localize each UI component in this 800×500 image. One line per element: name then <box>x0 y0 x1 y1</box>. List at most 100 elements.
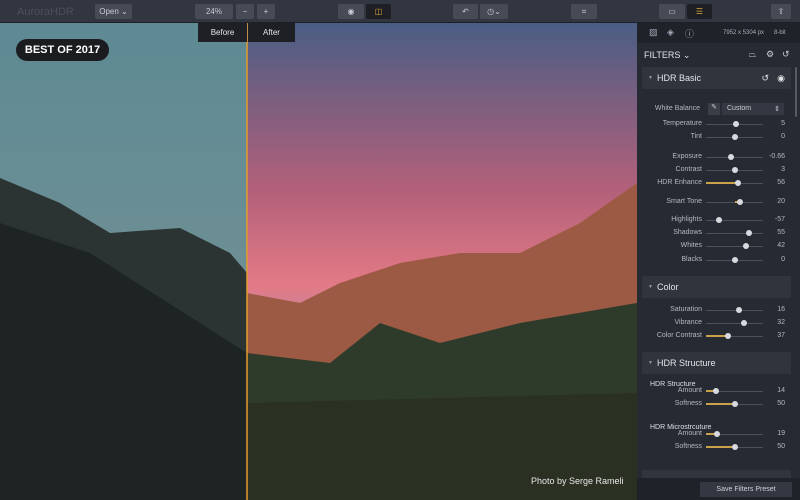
slider-track[interactable] <box>706 323 763 324</box>
reset-icon[interactable]: ↺ <box>761 73 769 84</box>
structure-subheader: HDR Structure <box>650 381 696 388</box>
app-logo: AuroraHDR <box>17 6 74 18</box>
mask-icon[interactable]: ⏢ <box>749 49 756 60</box>
history-icon[interactable]: ◷⌄ <box>480 4 508 19</box>
slider-value[interactable]: -0.66 <box>769 153 785 160</box>
slider-value[interactable]: 19 <box>777 430 785 437</box>
slider-knob[interactable] <box>731 444 738 450</box>
slider-label: Softness <box>674 443 702 450</box>
slider-value[interactable]: 20 <box>777 198 785 205</box>
slider-label: Amount <box>677 387 702 394</box>
white-balance-label: White Balance <box>654 105 700 112</box>
zoom-select[interactable]: 24% <box>195 4 233 19</box>
eye-icon[interactable]: ◉ <box>777 73 785 84</box>
slider-knob[interactable] <box>732 167 739 173</box>
eye-icon[interactable]: ◉ <box>338 4 364 19</box>
slider-value[interactable]: 50 <box>777 400 785 407</box>
bit-depth: 8-bit <box>774 30 786 36</box>
zoom-in-button[interactable]: + <box>257 4 275 19</box>
eyedropper-icon[interactable]: ✎ <box>708 103 720 115</box>
slider-row: Exposure -0.66 <box>637 151 800 163</box>
slider-label: Temperature <box>662 120 702 127</box>
save-filters-preset-button[interactable]: Save Filters Preset <box>700 482 792 497</box>
slider-knob[interactable] <box>715 217 722 223</box>
slider-knob[interactable] <box>712 388 719 394</box>
slider-knob[interactable] <box>740 320 747 326</box>
filters-panel: ▨ ◈ ⓘ 7952 x 5304 px 8-bit FILTERS ⌄ ⏢ ⚙… <box>637 23 800 500</box>
slider-knob[interactable] <box>736 307 743 313</box>
section-title: HDR Structure <box>657 358 716 368</box>
slider-knob[interactable] <box>731 401 738 407</box>
slider-label: Tint <box>690 133 702 140</box>
slider-value[interactable]: -57 <box>775 216 785 223</box>
slider-track[interactable] <box>706 157 763 158</box>
presets-icon[interactable]: ▭ <box>659 4 685 19</box>
slider-track[interactable] <box>706 233 763 234</box>
slider-value[interactable]: 0 <box>781 256 785 263</box>
section-color[interactable]: ▼ Color <box>642 276 791 298</box>
section-hdr-structure[interactable]: ▼ HDR Structure <box>642 352 791 374</box>
slider-knob[interactable] <box>727 154 734 160</box>
white-balance-row: White Balance ✎ Custom ⇕ <box>637 103 800 115</box>
zoom-out-button[interactable]: − <box>236 4 254 19</box>
slider-row: Blacks 0 <box>637 254 800 266</box>
slider-value[interactable]: 14 <box>777 387 785 394</box>
white-balance-select[interactable]: Custom ⇕ <box>722 103 784 115</box>
slider-value[interactable]: 32 <box>777 319 785 326</box>
slider-row: Smart Tone 20 <box>637 196 800 208</box>
slider-row: Vibrance 32 <box>637 317 800 329</box>
slider-knob[interactable] <box>742 243 749 249</box>
slider-row: Whites 42 <box>637 240 800 252</box>
slider-knob[interactable] <box>731 257 738 263</box>
slider-value[interactable]: 37 <box>777 332 785 339</box>
slider-row: Temperature 5 <box>637 118 800 130</box>
slider-label: Smart Tone <box>666 198 702 205</box>
histogram-icon[interactable]: ▨ <box>649 27 658 38</box>
slider-row: Color Contrast 37 <box>637 330 800 342</box>
slider-knob[interactable] <box>714 431 721 437</box>
slider-label: Exposure <box>672 153 702 160</box>
gear-icon[interactable]: ⚙ <box>766 49 774 60</box>
white-balance-value: Custom <box>727 105 752 112</box>
slider-value[interactable]: 16 <box>777 306 785 313</box>
slider-value[interactable]: 42 <box>777 242 785 249</box>
crop-icon[interactable]: ⌗ <box>571 4 597 19</box>
image-size: 7952 x 5304 px <box>723 30 765 36</box>
photo-canvas[interactable] <box>0 23 637 500</box>
info-icon[interactable]: ⓘ <box>685 27 694 40</box>
open-button[interactable]: Open ⌄ <box>95 4 132 19</box>
slider-value[interactable]: 55 <box>777 229 785 236</box>
reset-icon[interactable]: ↺ <box>782 49 790 60</box>
slider-row: Shadows 55 <box>637 227 800 239</box>
microstructure-subheader: HDR Microstrcuture <box>650 424 712 431</box>
slider-knob[interactable] <box>731 134 738 140</box>
slider-label: Color Contrast <box>656 332 702 339</box>
slider-track[interactable] <box>706 246 763 247</box>
slider-label: Whites <box>680 242 702 249</box>
undo-icon[interactable]: ↶ <box>453 4 478 19</box>
filters-icon[interactable]: ☰ <box>687 4 712 19</box>
slider-row: Saturation 16 <box>637 304 800 316</box>
slider-value[interactable]: 50 <box>777 443 785 450</box>
split-view-icon[interactable]: ◫ <box>366 4 391 19</box>
slider-value[interactable]: 5 <box>781 120 785 127</box>
slider-value[interactable]: 56 <box>777 179 785 186</box>
panel-scrollbar[interactable] <box>795 67 797 117</box>
layers-icon[interactable]: ◈ <box>667 27 674 38</box>
slider-value[interactable]: 3 <box>781 166 785 173</box>
slider-knob[interactable] <box>734 180 741 186</box>
filters-menu[interactable]: FILTERS ⌄ <box>644 50 690 61</box>
slider-label: Blacks <box>681 256 702 263</box>
slider-knob[interactable] <box>737 199 744 205</box>
slider-knob[interactable] <box>732 121 739 127</box>
slider-knob[interactable] <box>746 230 753 236</box>
slider-value[interactable]: 0 <box>781 133 785 140</box>
slider-label: Contrast <box>675 166 702 173</box>
section-hdr-basic[interactable]: ▼ HDR Basic ↺ ◉ <box>642 67 791 89</box>
slider-knob[interactable] <box>724 333 731 339</box>
slider-track[interactable] <box>706 220 763 221</box>
slider-label: Highlights <box>671 216 702 223</box>
section-title: HDR Basic <box>657 73 702 83</box>
share-icon[interactable]: ⇪ <box>771 4 791 19</box>
slider-track[interactable] <box>706 310 763 311</box>
